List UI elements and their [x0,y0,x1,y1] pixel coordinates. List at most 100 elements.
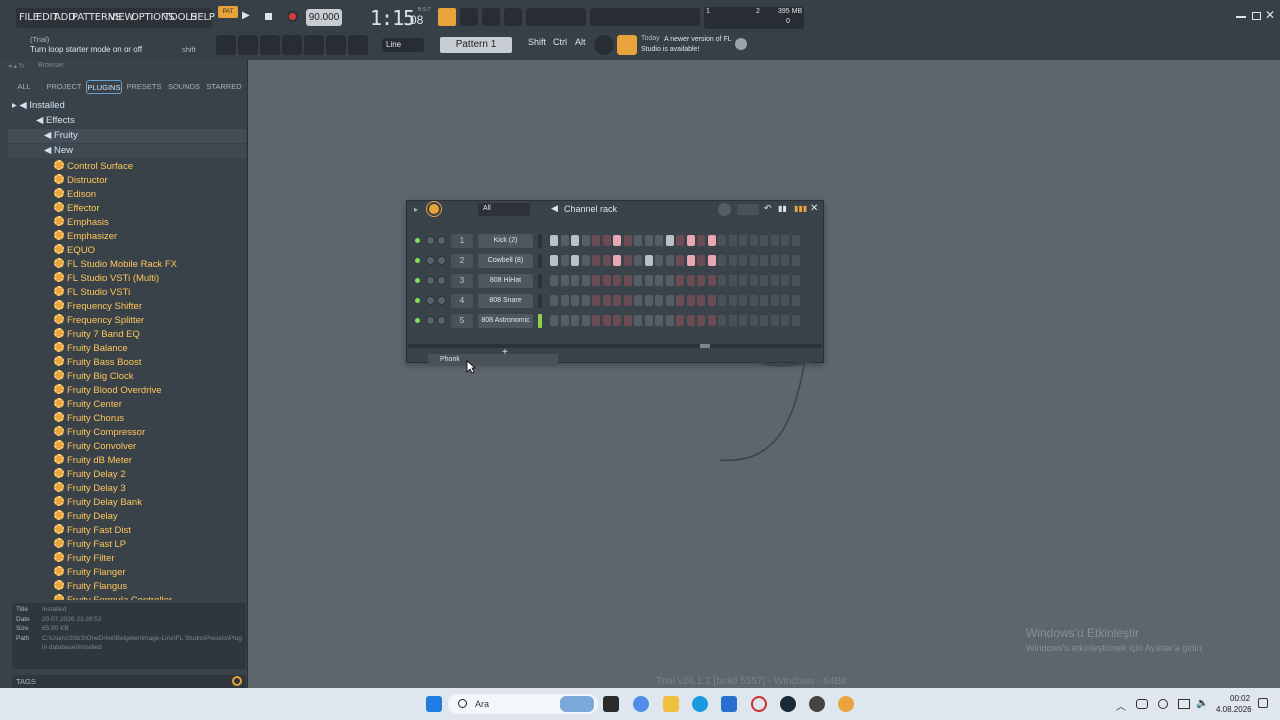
channel-volume-knob[interactable] [437,256,446,265]
alt-key[interactable]: Alt [575,37,586,47]
step-button[interactable] [665,255,674,266]
plugin-list-item[interactable]: Fruity dB Meter [54,454,244,468]
channel-volume-knob[interactable] [437,276,446,285]
plugin-list-item[interactable]: Fruity Compressor [54,426,244,440]
step-button[interactable] [634,255,642,266]
step-button-inactive[interactable] [791,295,800,306]
step-button[interactable] [623,255,632,266]
ctrl-key[interactable]: Ctrl [553,37,567,47]
channel-mixer-track[interactable]: 3 [451,274,473,288]
channel-mute-led[interactable] [415,298,420,303]
mixer-icon[interactable] [282,35,302,55]
step-button[interactable] [634,315,642,326]
edge-icon[interactable] [692,696,708,712]
step-button-inactive[interactable] [770,315,779,326]
step-button[interactable] [697,315,705,326]
volume-icon[interactable]: 🔈 [1196,698,1208,709]
plugin-list-item[interactable]: Fruity Flangus [54,580,244,594]
step-button[interactable] [686,315,695,326]
step-button-inactive[interactable] [749,315,758,326]
step-button[interactable] [602,275,611,286]
step-button[interactable] [602,235,611,246]
channel-select-indicator[interactable] [538,254,542,268]
channel-volume-knob[interactable] [437,296,446,305]
channel-mute-led[interactable] [415,278,420,283]
step-button[interactable] [560,275,569,286]
step-button-inactive[interactable] [791,235,800,246]
metronome-icon[interactable] [438,8,456,26]
channel-name-button[interactable]: Kick (2) [478,234,533,248]
plugin-list-item[interactable]: Fruity Chorus [54,412,244,426]
plugin-list-item[interactable]: Effector [54,202,244,216]
tab-sounds[interactable]: SOUNDS [166,80,202,94]
step-button[interactable] [623,295,632,306]
step-button[interactable] [644,255,653,266]
plugin-list-item[interactable]: Fruity Delay [54,510,244,524]
plugin-list-item[interactable]: FL Studio VSTi [54,286,244,300]
channel-select-indicator[interactable] [538,314,542,328]
step-button[interactable] [707,275,716,286]
tab-presets[interactable]: PRESETS [126,80,162,94]
step-button[interactable] [613,295,621,306]
step-button-inactive[interactable] [781,295,789,306]
step-button-inactive[interactable] [749,255,758,266]
step-button[interactable] [644,315,653,326]
step-button-inactive[interactable] [749,295,758,306]
step-button[interactable] [581,255,590,266]
step-button[interactable] [707,255,716,266]
step-button[interactable] [655,275,663,286]
plugin-list-item[interactable]: FL Studio VSTi (Multi) [54,272,244,286]
plugin-list-item[interactable]: Fruity Delay 2 [54,468,244,482]
step-button[interactable] [644,235,653,246]
channel-mixer-track[interactable]: 4 [451,294,473,308]
shift-key[interactable]: Shift [528,37,546,47]
opera-icon[interactable] [751,696,767,712]
step-button[interactable] [686,255,695,266]
step-button[interactable] [676,235,684,246]
plugin-picker-icon[interactable] [304,35,324,55]
store-icon[interactable] [721,696,737,712]
step-button[interactable] [560,235,569,246]
plugin-list-item[interactable]: Emphasizer [54,230,244,244]
channel-mute-led[interactable] [415,238,420,243]
step-button-inactive[interactable] [739,275,747,286]
plugin-list-item[interactable]: Fruity Big Clock [54,370,244,384]
notification-icon[interactable] [1258,698,1268,708]
time-display[interactable]: 1:15 [370,6,415,30]
step-button-inactive[interactable] [749,235,758,246]
step-button[interactable] [602,295,611,306]
copilot-icon[interactable] [633,696,649,712]
graph-icon[interactable]: ▮▮ [778,204,787,213]
step-button[interactable] [613,275,621,286]
countdown-icon[interactable] [504,8,522,26]
step-button-inactive[interactable] [718,295,726,306]
start-icon[interactable] [426,696,442,712]
plugin-list-item[interactable]: Control Surface [54,160,244,174]
step-button[interactable] [697,255,705,266]
step-button[interactable] [707,235,716,246]
plugin-list-item[interactable]: Fruity Formula Controller [54,594,244,600]
step-button[interactable] [634,235,642,246]
file-explorer-icon[interactable] [663,696,679,712]
step-button-inactive[interactable] [728,295,737,306]
step-button[interactable] [655,295,663,306]
channel-filter-select[interactable]: All [478,203,530,216]
plugin-list-item[interactable]: Fruity Center [54,398,244,412]
app-icon[interactable] [809,696,825,712]
step-button[interactable] [592,255,600,266]
channel-select-indicator[interactable] [538,274,542,288]
step-button[interactable] [592,275,600,286]
step-button[interactable] [623,235,632,246]
step-button[interactable] [665,235,674,246]
tab-all[interactable]: ALL [12,80,36,94]
plugin-list-item[interactable]: Emphasis [54,216,244,230]
channel-name-button[interactable]: Cowbell (8) [478,254,533,268]
step-button[interactable] [697,235,705,246]
step-button[interactable] [560,315,569,326]
plugin-list-item[interactable]: Fruity Blood Overdrive [54,384,244,398]
step-button[interactable] [707,315,716,326]
step-button-inactive[interactable] [718,255,726,266]
plugin-list-item[interactable]: Fruity 7 Band EQ [54,328,244,342]
step-button-inactive[interactable] [739,255,747,266]
channel-pan-knob[interactable] [426,276,435,285]
